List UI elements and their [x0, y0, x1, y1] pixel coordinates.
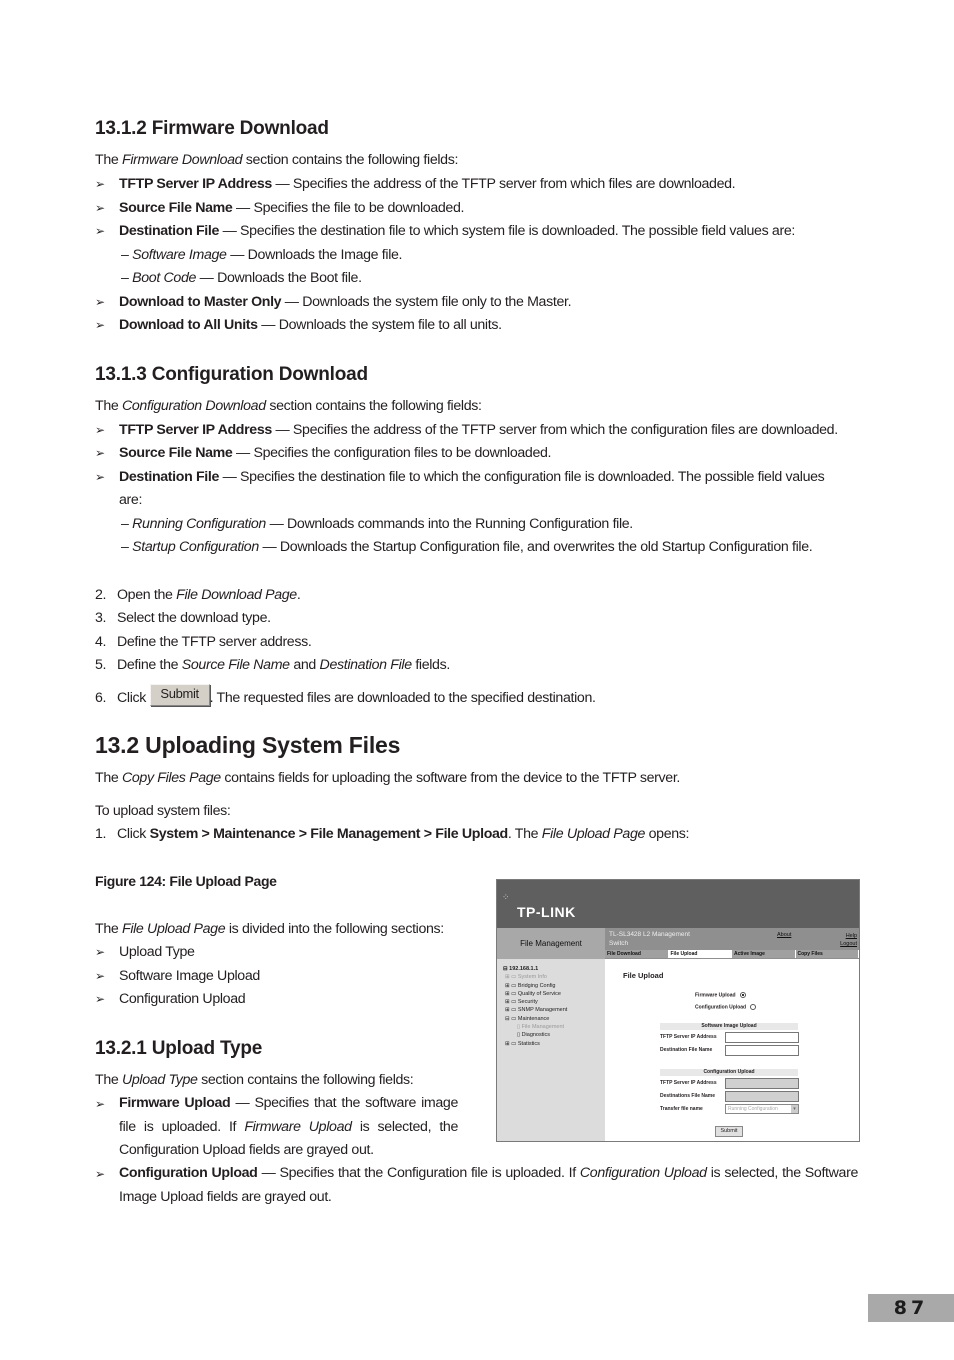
arrow-bullet-icon: ➢ — [95, 1167, 106, 1181]
list-item: ➢ Software Image Upload — [95, 968, 260, 984]
arrow-bullet-icon: ➢ — [95, 201, 105, 215]
arrow-bullet-icon: ➢ — [95, 318, 105, 332]
list-item-configuration-upload: Configuration Upload — Specifies that th… — [119, 1165, 858, 1205]
tab-file-upload: File Upload — [668, 950, 732, 958]
field-row: Destination File Name — [660, 1045, 799, 1056]
step-item: 4. Define the TFTP server address. — [95, 634, 312, 650]
tree-root: ⊟ 192.168.1.1 — [503, 966, 539, 972]
input-box — [725, 1045, 799, 1056]
page-number: 87 — [868, 1294, 954, 1322]
arrow-bullet-icon: ➢ — [95, 992, 105, 1006]
submit-button-image: Submit — [149, 684, 210, 707]
list-item: ➢ Upload Type — [95, 944, 195, 960]
about-link: About — [777, 932, 792, 938]
value-item: – Startup Configuration — Downloads the … — [121, 539, 813, 555]
arrow-bullet-icon: ➢ — [95, 224, 105, 238]
list-item: ➢ Configuration Upload — [95, 991, 246, 1007]
tree-item: ▯ File Management — [517, 1024, 565, 1031]
arrow-bullet-icon: ➢ — [95, 470, 105, 484]
list-item: ➢ TFTP Server IP Address — Specifies the … — [95, 422, 838, 438]
list-item: ➢ Download to All Units — Downloads the s… — [95, 317, 502, 333]
value-item: – Software Image — Downloads the Image f… — [121, 247, 403, 263]
software-image-upload-header: Software Image Upload — [660, 1023, 798, 1030]
tree-item: ⊞ ▭ System Info — [505, 974, 547, 981]
logo-dots-icon: ⁘ — [502, 892, 510, 902]
tree-item: ⊞ ▭ SNMP Management — [505, 1007, 568, 1014]
arrow-bullet-icon: ➢ — [95, 1097, 106, 1111]
input-box-disabled — [725, 1078, 799, 1089]
tree-item: ⊞ ▭ Quality of Service — [505, 990, 561, 997]
uploading-intro: The Copy Files Page contains fields for … — [95, 770, 681, 786]
configuration-upload-radio-row: Configuration Upload — [695, 1004, 757, 1010]
transfer-select-disabled: Running Configuration — [725, 1104, 799, 1114]
arrow-bullet-icon: ➢ — [95, 423, 105, 437]
input-box-disabled — [725, 1091, 799, 1102]
heading-firmware-download: 13.1.2 Firmware Download — [95, 118, 329, 139]
configuration-intro: The Configuration Download section conta… — [95, 398, 482, 414]
input-box — [725, 1032, 799, 1043]
file-upload-title: File Upload — [623, 971, 664, 980]
field-row: TFTP Server IP Address — [660, 1078, 799, 1089]
screenshot-header: TL-SL3428 L2 Management Switch About Help… — [605, 928, 859, 959]
logout-link: Logout — [840, 941, 857, 947]
value-item: – Boot Code — Downloads the Boot file. — [121, 270, 362, 286]
screenshot-main: File Upload Firmware Upload Configuratio… — [605, 959, 859, 1141]
heading-uploading-system-files: 13.2 Uploading System Files — [95, 732, 401, 758]
tree-item: ⊞ ▭ Security — [505, 999, 538, 1006]
step-item: 2. Open the File Download Page. — [95, 587, 301, 603]
list-item: ➢ Destination File — Specifies the destin… — [95, 223, 795, 239]
tab-copy-files: Copy Files — [795, 950, 859, 958]
product-name: TL-SL3428 L2 Management Switch — [609, 931, 690, 947]
step-item: 1. Click System > Maintenance > File Mana… — [95, 826, 690, 842]
figure-caption: Figure 124: File Upload Page — [95, 873, 277, 889]
field-row: Transfer file name Running Configuration — [660, 1104, 799, 1114]
list-item: ➢ Source File Name — Specifies the config… — [95, 445, 552, 461]
list-item-firmware-upload: Firmware Upload — Specifies that the sof… — [119, 1095, 459, 1158]
field-row: TFTP Server IP Address — [660, 1032, 799, 1043]
step-item: 5. Define the Source File Name and Destin… — [95, 657, 450, 673]
list-item: ➢ Source File Name — Specifies the file t… — [95, 200, 465, 216]
configuration-upload-header: Configuration Upload — [660, 1069, 798, 1076]
to-upload-text: To upload system files: — [95, 803, 231, 819]
help-logout-links: Help Logout — [840, 932, 857, 948]
help-link: Help — [845, 933, 857, 939]
arrow-bullet-icon: ➢ — [95, 446, 105, 460]
section-title: File Management — [497, 928, 605, 959]
field-row: Destinations File Name — [660, 1091, 799, 1102]
tp-link-logo: TP-LINK — [517, 904, 576, 920]
arrow-bullet-icon: ➢ — [95, 177, 105, 191]
arrow-bullet-icon: ➢ — [95, 295, 105, 309]
tree-item: ⊞ ▭ Statistics — [505, 1040, 540, 1047]
tree-item: ⊟ ▭ Maintenance — [505, 1015, 550, 1022]
list-item: ➢ Download to Master Only — Downloads the… — [95, 294, 572, 310]
continuation-text: are: — [119, 492, 143, 508]
list-item: ➢ Destination File — Specifies the destin… — [95, 469, 825, 485]
heading-configuration-download: 13.1.3 Configuration Download — [95, 364, 368, 385]
firmware-upload-radio-row: Firmware Upload — [695, 992, 746, 998]
value-item: – Running Configuration — Downloads comm… — [121, 516, 633, 532]
tab-active-image: Active Image — [732, 950, 796, 958]
screenshot-submit-button: Submit — [715, 1126, 743, 1137]
step-item: 6. Click Submit. The requested files are … — [95, 684, 596, 707]
arrow-bullet-icon: ➢ — [95, 945, 105, 959]
nav-tree: ⊟ 192.168.1.1 ⊞ ▭ System Info ⊞ ▭ Bridgi… — [497, 959, 605, 1141]
list-item: ➢ TFTP Server IP Address — Specifies the … — [95, 176, 736, 192]
file-upload-page-screenshot: ⁘ TP-LINK File Management TL-SL3428 L2 M… — [496, 879, 860, 1142]
tab-file-download: File Download — [605, 950, 669, 958]
radio-checked-icon — [739, 992, 746, 998]
tree-item: ▯ Diagnostics — [517, 1032, 550, 1039]
screenshot-banner: ⁘ TP-LINK — [497, 880, 859, 928]
tree-item: ⊞ ▭ Bridging Config — [505, 982, 556, 989]
divided-intro: The File Upload Page is divided into the… — [95, 921, 444, 937]
step-item: 3. Select the download type. — [95, 610, 271, 626]
heading-upload-type: 13.2.1 Upload Type — [95, 1038, 263, 1059]
firmware-intro: The Firmware Download section contains t… — [95, 152, 459, 168]
radio-unchecked-icon — [750, 1004, 757, 1010]
upload-type-intro: The Upload Type section contains the fol… — [95, 1072, 414, 1088]
arrow-bullet-icon: ➢ — [95, 969, 105, 983]
screenshot-tabs: File Download File Upload Active Image C… — [605, 950, 859, 959]
